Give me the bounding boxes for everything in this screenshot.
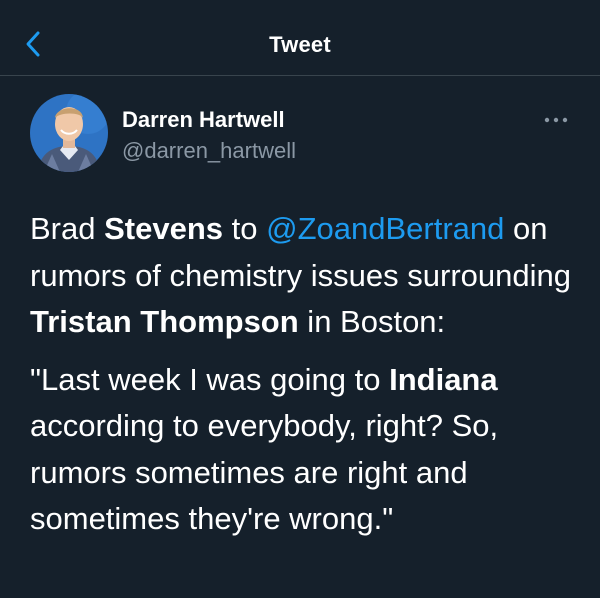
text-span: in Boston: bbox=[298, 304, 446, 339]
author-name[interactable]: Darren Hartwell bbox=[122, 107, 285, 133]
bold-name: Stevens bbox=[104, 211, 224, 246]
tweet-paragraph-2: "Last week I was going to Indiana accord… bbox=[30, 357, 580, 543]
author-handle[interactable]: @darren_hartwell bbox=[122, 138, 296, 164]
mention-link[interactable]: @ZoandBertrand bbox=[266, 211, 504, 246]
ellipsis-icon bbox=[544, 117, 568, 123]
top-bar: Tweet bbox=[0, 0, 600, 76]
more-options-button[interactable] bbox=[542, 112, 570, 128]
bold-name: Tristan Thompson bbox=[30, 304, 299, 339]
avatar[interactable] bbox=[30, 94, 108, 172]
text-span: according to everybody, right? So, rumor… bbox=[30, 408, 499, 536]
text-span: to bbox=[223, 211, 267, 246]
tweet-text: Brad Stevens to @ZoandBertrand on rumors… bbox=[30, 206, 580, 554]
profile-photo bbox=[30, 94, 108, 172]
bold-name: Indiana bbox=[389, 361, 498, 397]
text-span: "Last week I was going to bbox=[30, 361, 390, 397]
tweet-paragraph-1: Brad Stevens to @ZoandBertrand on rumors… bbox=[30, 206, 580, 346]
text-span: Brad bbox=[30, 211, 105, 246]
page-title: Tweet bbox=[269, 32, 331, 57]
